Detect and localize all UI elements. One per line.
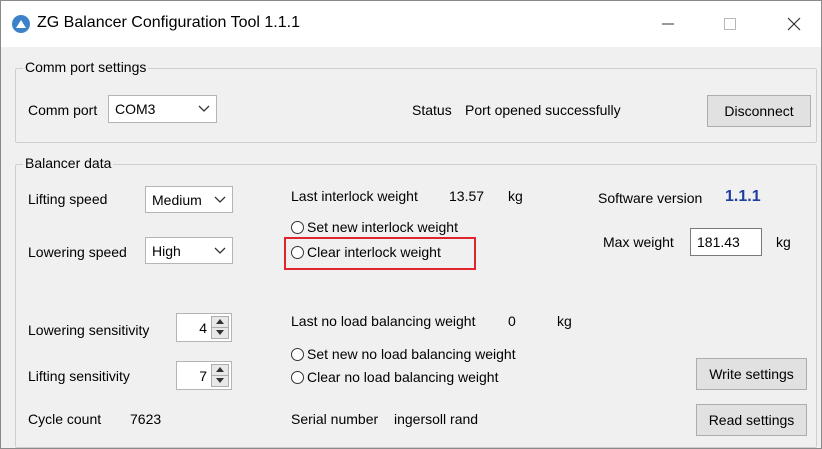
write-settings-button[interactable]: Write settings — [696, 358, 807, 390]
stepper-up-button[interactable] — [212, 365, 228, 376]
minimize-button[interactable] — [645, 1, 691, 47]
lifting-speed-value: Medium — [152, 191, 202, 208]
close-icon — [787, 17, 801, 31]
triangle-down-icon — [216, 378, 224, 384]
max-weight-label: Max weight — [603, 234, 674, 250]
max-weight-value: 181.43 — [697, 234, 740, 250]
comm-port-label: Comm port — [28, 102, 98, 118]
status-value: Port opened successfully — [465, 102, 621, 118]
cycle-count-value: 7623 — [130, 411, 162, 427]
lowering-speed-select[interactable]: High — [145, 237, 233, 264]
last-interlock-weight-label: Last interlock weight — [291, 188, 418, 204]
highlight-box — [284, 237, 476, 270]
lifting-speed-select[interactable]: Medium — [145, 186, 233, 213]
read-settings-button[interactable]: Read settings — [696, 404, 807, 436]
software-version-value: 1.1.1 — [725, 188, 761, 205]
lowering-speed-label: Lowering speed — [28, 244, 127, 260]
comm-port-select[interactable]: COM3 — [108, 95, 217, 123]
stepper-buttons — [211, 364, 229, 387]
stepper-down-button[interactable] — [212, 376, 228, 387]
clear-noload-radio-label: Clear no load balancing weight — [307, 369, 499, 385]
lifting-sensitivity-value: 7 — [199, 367, 207, 384]
stepper-buttons — [211, 316, 229, 339]
lowering-sensitivity-value: 4 — [199, 319, 207, 336]
triangle-up-icon — [216, 319, 224, 325]
set-interlock-radio[interactable]: Set new interlock weight — [291, 219, 458, 235]
maximize-icon — [724, 18, 736, 30]
minimize-icon — [662, 23, 674, 25]
lifting-sensitivity-label: Lifting sensitivity — [28, 368, 130, 384]
disconnect-button[interactable]: Disconnect — [707, 95, 811, 127]
serial-number-value: ingersoll rand — [394, 411, 479, 427]
cycle-count-label: Cycle count — [28, 411, 102, 427]
title-bar[interactable]: ZG Balancer Configuration Tool 1.1.1 — [1, 1, 821, 47]
triangle-down-icon — [216, 330, 224, 336]
radio-circle-icon — [291, 220, 304, 234]
triangle-up-icon — [216, 367, 224, 373]
app-icon — [12, 15, 30, 33]
balancer-data-group-label: Balancer data — [23, 155, 114, 171]
stepper-down-button[interactable] — [212, 328, 228, 339]
radio-circle-icon — [291, 347, 304, 361]
last-noload-weight-unit: kg — [557, 313, 572, 329]
comm-port-group-label: Comm port settings — [23, 59, 149, 75]
radio-circle-icon — [291, 370, 304, 384]
lowering-sensitivity-stepper[interactable]: 4 — [176, 313, 232, 342]
chevron-down-icon — [214, 247, 226, 254]
software-version-label: Software version — [598, 190, 703, 206]
max-weight-input[interactable]: 181.43 — [690, 228, 762, 256]
lifting-speed-label: Lifting speed — [28, 191, 108, 207]
close-button[interactable] — [771, 1, 817, 47]
last-interlock-weight-unit: kg — [508, 188, 523, 204]
lowering-speed-value: High — [152, 242, 181, 259]
chevron-down-icon — [198, 105, 210, 112]
window-title: ZG Balancer Configuration Tool 1.1.1 — [37, 14, 300, 31]
main-window: ZG Balancer Configuration Tool 1.1.1 Com… — [0, 0, 822, 449]
set-noload-radio-label: Set new no load balancing weight — [307, 346, 516, 362]
status-label: Status — [412, 102, 452, 118]
maximize-button[interactable] — [707, 1, 753, 47]
set-interlock-radio-label: Set new interlock weight — [307, 219, 458, 235]
serial-number-label: Serial number — [291, 411, 379, 427]
lifting-sensitivity-stepper[interactable]: 7 — [176, 361, 232, 390]
set-noload-radio[interactable]: Set new no load balancing weight — [291, 346, 516, 362]
chevron-down-icon — [214, 196, 226, 203]
comm-port-value: COM3 — [115, 101, 156, 117]
last-interlock-weight-value: 13.57 — [449, 188, 485, 204]
last-noload-weight-value: 0 — [508, 313, 516, 329]
clear-noload-radio[interactable]: Clear no load balancing weight — [291, 369, 498, 385]
lowering-sensitivity-label: Lowering sensitivity — [28, 322, 150, 338]
max-weight-unit: kg — [776, 234, 791, 250]
stepper-up-button[interactable] — [212, 317, 228, 328]
last-noload-weight-label: Last no load balancing weight — [291, 313, 476, 329]
